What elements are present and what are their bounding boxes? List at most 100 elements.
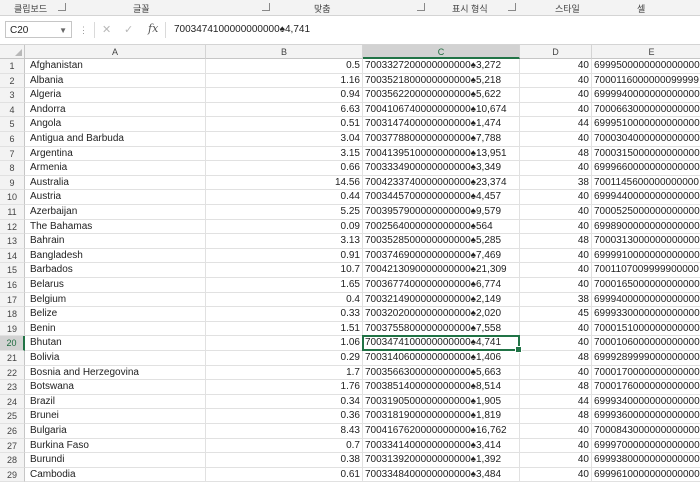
cell-country[interactable]: Bulgaria: [25, 424, 206, 439]
insert-function-icon[interactable]: fx: [148, 22, 158, 35]
cell-value-d[interactable]: 48: [520, 351, 592, 366]
cell-value-c[interactable]: 7003348400000000000♠3,484: [363, 467, 520, 483]
row-header[interactable]: 26: [0, 424, 25, 439]
row-header[interactable]: 2: [0, 73, 25, 89]
cell-country[interactable]: Armenia: [25, 161, 206, 176]
cell-value-e[interactable]: 7000315000000000000: [592, 147, 700, 162]
formula-input[interactable]: 7003474100000000000♠4,741: [174, 24, 310, 35]
cell-value-b[interactable]: 1.06: [206, 336, 363, 351]
cell-value-b[interactable]: 0.7: [206, 438, 363, 454]
cell-value-d[interactable]: 40: [520, 59, 592, 74]
cell-value-b[interactable]: 0.38: [206, 453, 363, 468]
column-header-b[interactable]: B: [206, 45, 363, 59]
cell-value-c[interactable]: 7003190500000000000♠1,905: [363, 394, 520, 410]
row-header[interactable]: 11: [0, 205, 25, 220]
cell-value-c[interactable]: 7004139510000000000♠13,951: [363, 146, 520, 162]
cell-value-c[interactable]: 7003147400000000000♠1,474: [363, 117, 520, 132]
cell-value-d[interactable]: 48: [520, 234, 592, 249]
row-header[interactable]: 27: [0, 438, 25, 454]
cell-value-b[interactable]: 1.51: [206, 321, 363, 337]
cell-country[interactable]: Andorra: [25, 102, 206, 118]
number-dialog-launcher-icon[interactable]: [508, 3, 516, 11]
cell-value-d[interactable]: 40: [520, 278, 592, 293]
cell-value-c[interactable]: 7003140600000000000♠1,406: [363, 351, 520, 366]
cell-value-d[interactable]: 40: [520, 88, 592, 103]
cell-value-c[interactable]: 7003214900000000000♠2,149: [363, 292, 520, 308]
name-box[interactable]: C20 ▼: [5, 21, 72, 38]
cell-value-e[interactable]: 6999660000000000000: [592, 161, 700, 176]
row-header[interactable]: 7: [0, 146, 25, 162]
cell-value-e[interactable]: 6999380000000000000: [592, 453, 700, 468]
cell-value-b[interactable]: 0.61: [206, 467, 363, 483]
cell-value-c[interactable]: 7004106740000000000♠10,674: [363, 102, 520, 118]
row-header[interactable]: 14: [0, 248, 25, 264]
cell-value-c[interactable]: 7004233740000000000♠23,374: [363, 175, 520, 191]
cell-value-e[interactable]: 6999510000000000000: [592, 117, 700, 132]
cell-value-d[interactable]: 44: [520, 117, 592, 132]
cell-country[interactable]: Austria: [25, 190, 206, 205]
cell-country[interactable]: Albania: [25, 73, 206, 89]
cell-country[interactable]: Brunei: [25, 409, 206, 424]
cell-value-c[interactable]: 7003521800000000000♠5,218: [363, 73, 520, 89]
row-header[interactable]: 15: [0, 263, 25, 278]
cell-value-d[interactable]: 40: [520, 248, 592, 264]
alignment-dialog-launcher-icon[interactable]: [417, 3, 425, 11]
cell-value-d[interactable]: 48: [520, 409, 592, 424]
cell-country[interactable]: Antigua and Barbuda: [25, 132, 206, 147]
cell-value-b[interactable]: 0.51: [206, 117, 363, 132]
row-header[interactable]: 25: [0, 409, 25, 424]
cell-country[interactable]: Belarus: [25, 278, 206, 293]
cell-value-e[interactable]: 7000313000000000000: [592, 234, 700, 249]
cell-value-b[interactable]: 0.66: [206, 161, 363, 176]
cell-value-b[interactable]: 0.09: [206, 219, 363, 235]
cell-value-d[interactable]: 40: [520, 453, 592, 468]
cell-value-d[interactable]: 40: [520, 467, 592, 483]
row-header[interactable]: 17: [0, 292, 25, 308]
cell-value-c[interactable]: 7003677400000000000♠6,774: [363, 278, 520, 293]
cell-value-e[interactable]: 6999700000000000000: [592, 439, 700, 454]
cell-value-e[interactable]: 7000176000000000000: [592, 380, 700, 395]
cell-value-c[interactable]: 7003755800000000000♠7,558: [363, 321, 520, 337]
cell-value-e[interactable]: 7000843000000000000: [592, 424, 700, 439]
cell-value-d[interactable]: 48: [520, 146, 592, 162]
cell-value-c[interactable]: 7003334900000000000♠3,349: [363, 161, 520, 176]
row-header[interactable]: 8: [0, 161, 25, 176]
cell-value-e[interactable]: 6999340000000000000: [592, 395, 700, 410]
row-header[interactable]: 6: [0, 132, 25, 147]
column-header-a[interactable]: A: [25, 45, 206, 59]
column-header-e[interactable]: E: [592, 45, 700, 59]
cell-value-d[interactable]: 40: [520, 321, 592, 337]
cell-value-b[interactable]: 3.15: [206, 146, 363, 162]
formula-bar-grip-icon[interactable]: ⋮: [79, 25, 89, 36]
row-header[interactable]: 5: [0, 117, 25, 132]
cell-value-e[interactable]: 7000165000000000000: [592, 278, 700, 293]
cell-value-d[interactable]: 38: [520, 175, 592, 191]
row-header[interactable]: 29: [0, 467, 25, 483]
cell-country[interactable]: Australia: [25, 175, 206, 191]
cell-value-d[interactable]: 40: [520, 438, 592, 454]
cell-value-c[interactable]: 7003957900000000000♠9,579: [363, 205, 520, 220]
cell-value-b[interactable]: 3.13: [206, 234, 363, 249]
cell-value-b[interactable]: 0.29: [206, 351, 363, 366]
column-header-d[interactable]: D: [520, 45, 592, 59]
cell-value-d[interactable]: 40: [520, 132, 592, 147]
cell-country[interactable]: Azerbaijan: [25, 205, 206, 220]
row-header[interactable]: 18: [0, 307, 25, 322]
cell-value-e[interactable]: 6999360000000000000: [592, 409, 700, 424]
row-header[interactable]: 3: [0, 88, 25, 103]
cell-value-d[interactable]: 40: [520, 102, 592, 118]
cell-value-e[interactable]: 7001145600000000000: [592, 176, 700, 191]
cell-country[interactable]: Bangladesh: [25, 248, 206, 264]
clipboard-dialog-launcher-icon[interactable]: [58, 3, 66, 11]
cell-value-b[interactable]: 1.16: [206, 73, 363, 89]
cell-value-b[interactable]: 1.7: [206, 365, 363, 381]
row-header[interactable]: 1: [0, 59, 25, 74]
row-header[interactable]: 23: [0, 380, 25, 395]
cell-value-c[interactable]: 7003746900000000000♠7,469: [363, 248, 520, 264]
cell-value-b[interactable]: 0.36: [206, 409, 363, 424]
cell-country[interactable]: Botswana: [25, 380, 206, 395]
cell-value-c[interactable]: 7003327200000000000♠3,272: [363, 59, 520, 74]
cell-value-d[interactable]: 40: [520, 365, 592, 381]
cell-country[interactable]: Angola: [25, 117, 206, 132]
cell-value-b[interactable]: 0.94: [206, 88, 363, 103]
